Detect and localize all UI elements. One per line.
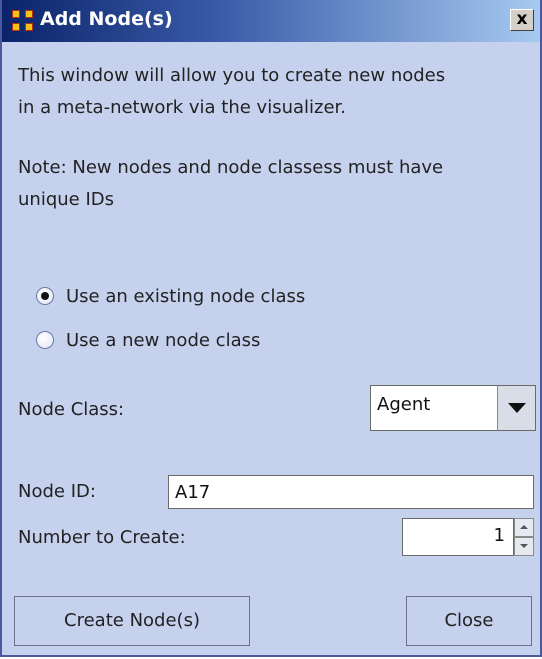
radio-button-checked[interactable] [36,287,54,305]
note-line-1: Note: New nodes and node classess must h… [18,157,444,178]
node-id-input[interactable] [168,475,534,509]
spinner-up-icon[interactable] [514,518,534,537]
window-title: Add Node(s) [40,8,173,30]
node-class-value: Agent [377,394,431,415]
radio-button-unchecked[interactable] [36,331,54,349]
radio-existing-node-class[interactable]: Use an existing node class [36,282,305,310]
create-nodes-button[interactable]: Create Node(s) [14,596,250,646]
chevron-down-icon[interactable] [497,386,535,430]
note-line-2: unique IDs [18,189,114,210]
node-id-label: Node ID: [18,481,96,502]
intro-line-1: This window will allow you to create new… [18,65,446,86]
number-to-create-label: Number to Create: [18,527,186,548]
node-class-label: Node Class: [18,399,125,420]
number-to-create-spinner[interactable]: 1 [402,518,534,556]
close-window-button[interactable]: x [510,9,534,31]
node-class-dropdown[interactable]: Agent [370,385,536,431]
close-button[interactable]: Close [406,596,532,646]
title-bar[interactable]: Add Node(s) x [2,0,540,42]
spinner-down-icon[interactable] [514,537,534,556]
number-to-create-field[interactable]: 1 [402,518,514,556]
intro-line-2: in a meta-network via the visualizer. [18,97,347,118]
radio-new-node-class[interactable]: Use a new node class [36,326,260,354]
radio-existing-label: Use an existing node class [66,285,306,307]
add-node-dialog: Add Node(s) x This window will allow you… [0,0,542,657]
app-network-icon [12,10,34,32]
radio-new-label: Use a new node class [66,329,261,351]
